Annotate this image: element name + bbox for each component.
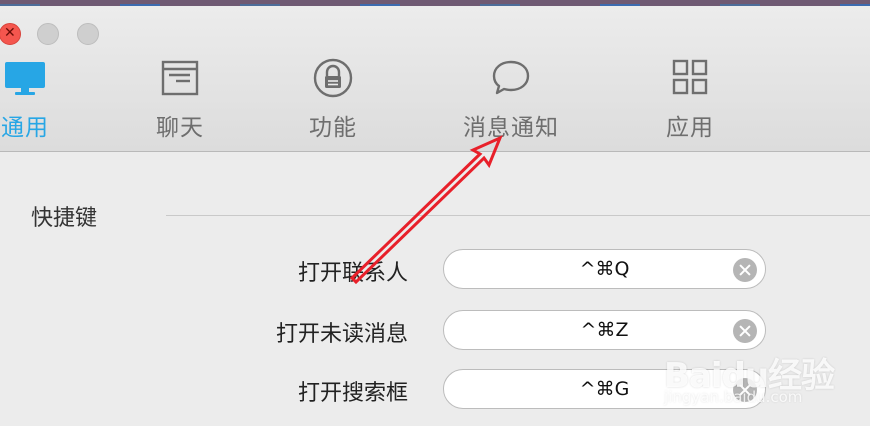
shortcut-label-open-unread: 打开未读消息 bbox=[275, 322, 408, 347]
tab-features-label: 功能 bbox=[309, 115, 357, 141]
speech-bubble-icon bbox=[492, 60, 530, 95]
tab-apps[interactable]: 应用 bbox=[640, 56, 740, 146]
clear-icon[interactable] bbox=[733, 319, 757, 343]
watermark-url: jingyan.baidu.com bbox=[664, 388, 803, 406]
tab-chat[interactable]: 聊天 bbox=[130, 56, 230, 146]
tab-general[interactable]: 通用 bbox=[0, 56, 75, 146]
lock-icon bbox=[313, 58, 353, 98]
tab-general-label: 通用 bbox=[1, 115, 49, 141]
preferences-toolbar: 通用 聊天 功能 消息通知 bbox=[0, 6, 870, 152]
clear-icon[interactable] bbox=[733, 258, 757, 282]
tab-chat-label: 聊天 bbox=[156, 115, 204, 141]
shortcut-label-open-search: 打开搜索框 bbox=[297, 381, 408, 406]
section-divider bbox=[166, 215, 870, 216]
shortcut-field-open-contacts[interactable]: ^⌘Q bbox=[443, 249, 766, 289]
zoom-window-button[interactable] bbox=[77, 23, 99, 45]
tab-notifications-label: 消息通知 bbox=[463, 115, 559, 141]
watermark: Baidu经验 jingyan.baidu.com bbox=[664, 348, 864, 418]
shortcut-field-open-unread[interactable]: ^⌘Z bbox=[443, 310, 766, 350]
tab-notifications[interactable]: 消息通知 bbox=[461, 56, 561, 146]
section-title-shortcuts: 快捷键 bbox=[31, 206, 98, 231]
app-grid-icon bbox=[672, 59, 708, 95]
minimize-window-button[interactable] bbox=[37, 23, 59, 45]
tab-apps-label: 应用 bbox=[666, 115, 714, 141]
shortcut-label-open-contacts: 打开联系人 bbox=[297, 261, 408, 286]
close-window-button[interactable] bbox=[0, 23, 21, 45]
shortcut-value: ^⌘Q bbox=[579, 258, 630, 280]
monitor-icon bbox=[5, 62, 45, 95]
tab-features[interactable]: 功能 bbox=[283, 56, 383, 146]
shortcut-value: ^⌘Z bbox=[580, 319, 629, 341]
chat-window-icon bbox=[161, 60, 199, 96]
